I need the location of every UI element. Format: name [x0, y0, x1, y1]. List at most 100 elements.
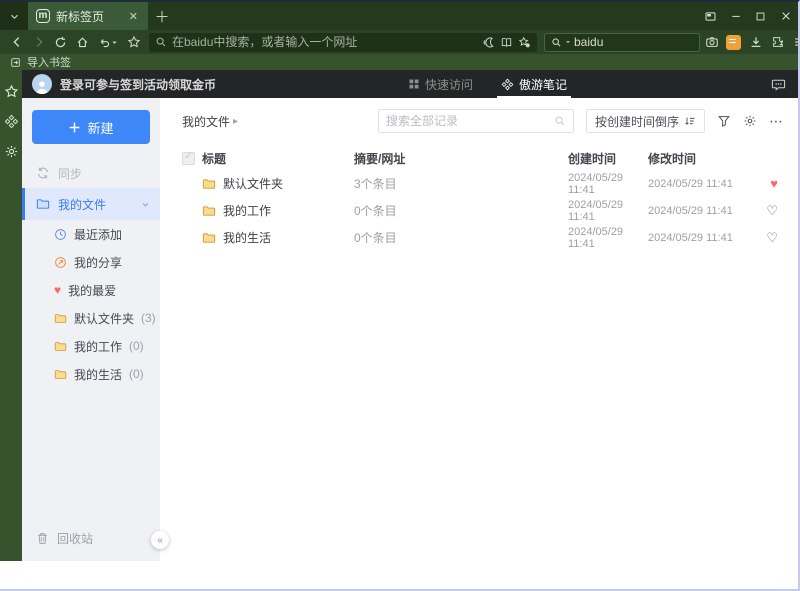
folder-icon — [54, 369, 67, 379]
address-bar[interactable] — [149, 32, 537, 52]
extensions-button[interactable] — [767, 32, 788, 52]
favorite-heart-icon[interactable]: ♡ — [766, 231, 778, 244]
new-note-label: 新建 — [87, 120, 114, 136]
new-note-button[interactable]: 新建 — [32, 110, 150, 144]
settings-panel-button[interactable] — [4, 144, 19, 159]
refresh-icon — [55, 36, 66, 47]
folder-icon — [202, 232, 216, 243]
row-modified: 2024/05/29 11:41 — [648, 177, 733, 190]
breadcrumb-label: 我的文件 — [182, 114, 231, 129]
folder-icon — [54, 313, 67, 323]
row-summary: 0个条目 — [354, 204, 397, 218]
tab-maxthon-notes[interactable]: 傲游笔记 — [496, 70, 572, 98]
home-button[interactable] — [72, 32, 93, 52]
breadcrumb[interactable]: 我的文件 ▸ — [182, 113, 238, 130]
screenshot-button[interactable] — [701, 32, 722, 52]
hamburger-icon — [794, 38, 798, 46]
maxthon-logo-icon: m — [36, 9, 50, 23]
reading-mode-button[interactable] — [500, 36, 513, 49]
favorite-heart-icon[interactable]: ♥ — [770, 177, 778, 190]
recycle-bin-label: 回收站 — [57, 531, 94, 546]
forward-icon — [36, 37, 43, 47]
share-icon — [55, 256, 66, 268]
records-search[interactable] — [377, 109, 574, 133]
folder-icon — [36, 199, 50, 209]
table-row[interactable]: 我的生活 0个条目 2024/05/29 11:41 2024/05/29 11… — [160, 224, 798, 251]
tab-quick-access[interactable]: 快速访问 — [408, 70, 473, 98]
more-options-button[interactable]: ⋯ — [769, 114, 784, 128]
add-favorite-button[interactable] — [518, 36, 531, 49]
minimize-button[interactable] — [723, 2, 748, 30]
quick-search-box[interactable]: baidu — [544, 32, 700, 52]
tab-close-icon[interactable]: ✕ — [127, 8, 140, 25]
maximize-button[interactable] — [748, 2, 773, 30]
folder-icon — [202, 178, 216, 189]
sidebar-item-favorites[interactable]: ♥ 我的最爱 — [22, 276, 160, 304]
forward-button[interactable] — [28, 32, 49, 52]
page-area: 登录可参与签到活动领取金币 快速访问 傲游笔记 新建 同步 我的文件 最近添加 … — [0, 70, 798, 561]
undo-closed-tab-button[interactable] — [94, 32, 122, 52]
feedback-button[interactable] — [771, 77, 786, 92]
chevron-down-icon[interactable] — [141, 200, 150, 209]
window-controls — [698, 2, 798, 30]
table-row[interactable]: 我的工作 0个条目 2024/05/29 11:41 2024/05/29 11… — [160, 197, 798, 224]
notes-sidebar: 新建 同步 我的文件 最近添加 我的分享 ♥ 我的最爱 默认文件夹 (3) 我的… — [22, 98, 169, 561]
speech-bubble-icon — [771, 79, 786, 91]
new-tab-button[interactable]: ＋ — [148, 2, 176, 30]
filter-button[interactable] — [717, 114, 731, 128]
pinwheel-notes-icon — [501, 78, 514, 90]
collapse-sidebar-button[interactable]: « — [151, 531, 169, 549]
read-aloud-icon — [483, 36, 494, 47]
login-promo-text[interactable]: 登录可参与签到活动领取金币 — [60, 76, 216, 93]
browser-tab-newtab[interactable]: m 新标签页 ✕ — [28, 2, 148, 30]
table-row[interactable]: 默认文件夹 3个条目 2024/05/29 11:41 2024/05/29 1… — [160, 170, 798, 197]
boss-key-button[interactable] — [698, 2, 723, 30]
settings-button[interactable] — [743, 114, 757, 128]
item-count: (3) — [141, 311, 156, 325]
star-icon — [4, 84, 18, 98]
home-icon — [77, 36, 88, 47]
records-search-input[interactable] — [385, 114, 554, 128]
sort-order-button[interactable]: 按创建时间倒序 — [585, 109, 705, 133]
col-summary: 摘要/网址 — [354, 151, 406, 166]
search-icon — [552, 37, 561, 47]
maxnote-button[interactable] — [723, 32, 744, 52]
sidebar-item-recent[interactable]: 最近添加 — [22, 220, 160, 248]
tab-title: 新标签页 — [56, 9, 105, 24]
sidebar-item-life-folder[interactable]: 我的生活 (0) — [22, 360, 160, 388]
heart-icon: ♥ — [54, 283, 62, 297]
tab-list-dropdown-button[interactable] — [0, 2, 28, 30]
back-button[interactable] — [6, 32, 27, 52]
chevron-down-icon — [10, 14, 18, 19]
nav-toolbar: baidu — [0, 30, 798, 54]
address-input[interactable] — [172, 35, 477, 49]
select-all-checkbox[interactable] — [182, 151, 195, 165]
user-avatar[interactable] — [32, 74, 52, 94]
row-modified: 2024/05/29 11:41 — [648, 231, 733, 244]
close-window-button[interactable] — [773, 2, 798, 30]
row-title: 默认文件夹 — [223, 177, 284, 191]
row-summary: 0个条目 — [354, 231, 397, 245]
sidebar-item-my-files[interactable]: 我的文件 — [22, 188, 160, 220]
notes-panel-button[interactable] — [4, 114, 19, 129]
favorite-heart-icon[interactable]: ♡ — [766, 204, 778, 217]
folder-icon — [54, 341, 67, 351]
row-modified: 2024/05/29 11:41 — [648, 204, 733, 217]
sidebar-item-default-folder[interactable]: 默认文件夹 (3) — [22, 304, 160, 332]
read-aloud-button[interactable] — [482, 36, 495, 49]
sidebar-item-work-folder[interactable]: 我的工作 (0) — [22, 332, 160, 360]
puzzle-icon — [772, 37, 783, 47]
favorites-panel-button[interactable] — [4, 84, 19, 99]
item-count: (0) — [129, 367, 144, 381]
search-engine-value: baidu — [574, 35, 604, 49]
favorite-star-button[interactable] — [123, 32, 144, 52]
downloads-button[interactable] — [745, 32, 766, 52]
refresh-button[interactable] — [50, 32, 71, 52]
open-book-icon — [501, 37, 512, 47]
menu-button[interactable] — [789, 32, 798, 52]
sidebar-item-shares[interactable]: 我的分享 — [22, 248, 160, 276]
sidebar-item-sync[interactable]: 同步 — [22, 158, 160, 188]
import-bookmarks-button[interactable]: 导入书签 — [27, 54, 71, 70]
sidebar-item-recycle-bin[interactable]: 回收站 — [22, 521, 160, 555]
clock-icon — [55, 228, 66, 240]
